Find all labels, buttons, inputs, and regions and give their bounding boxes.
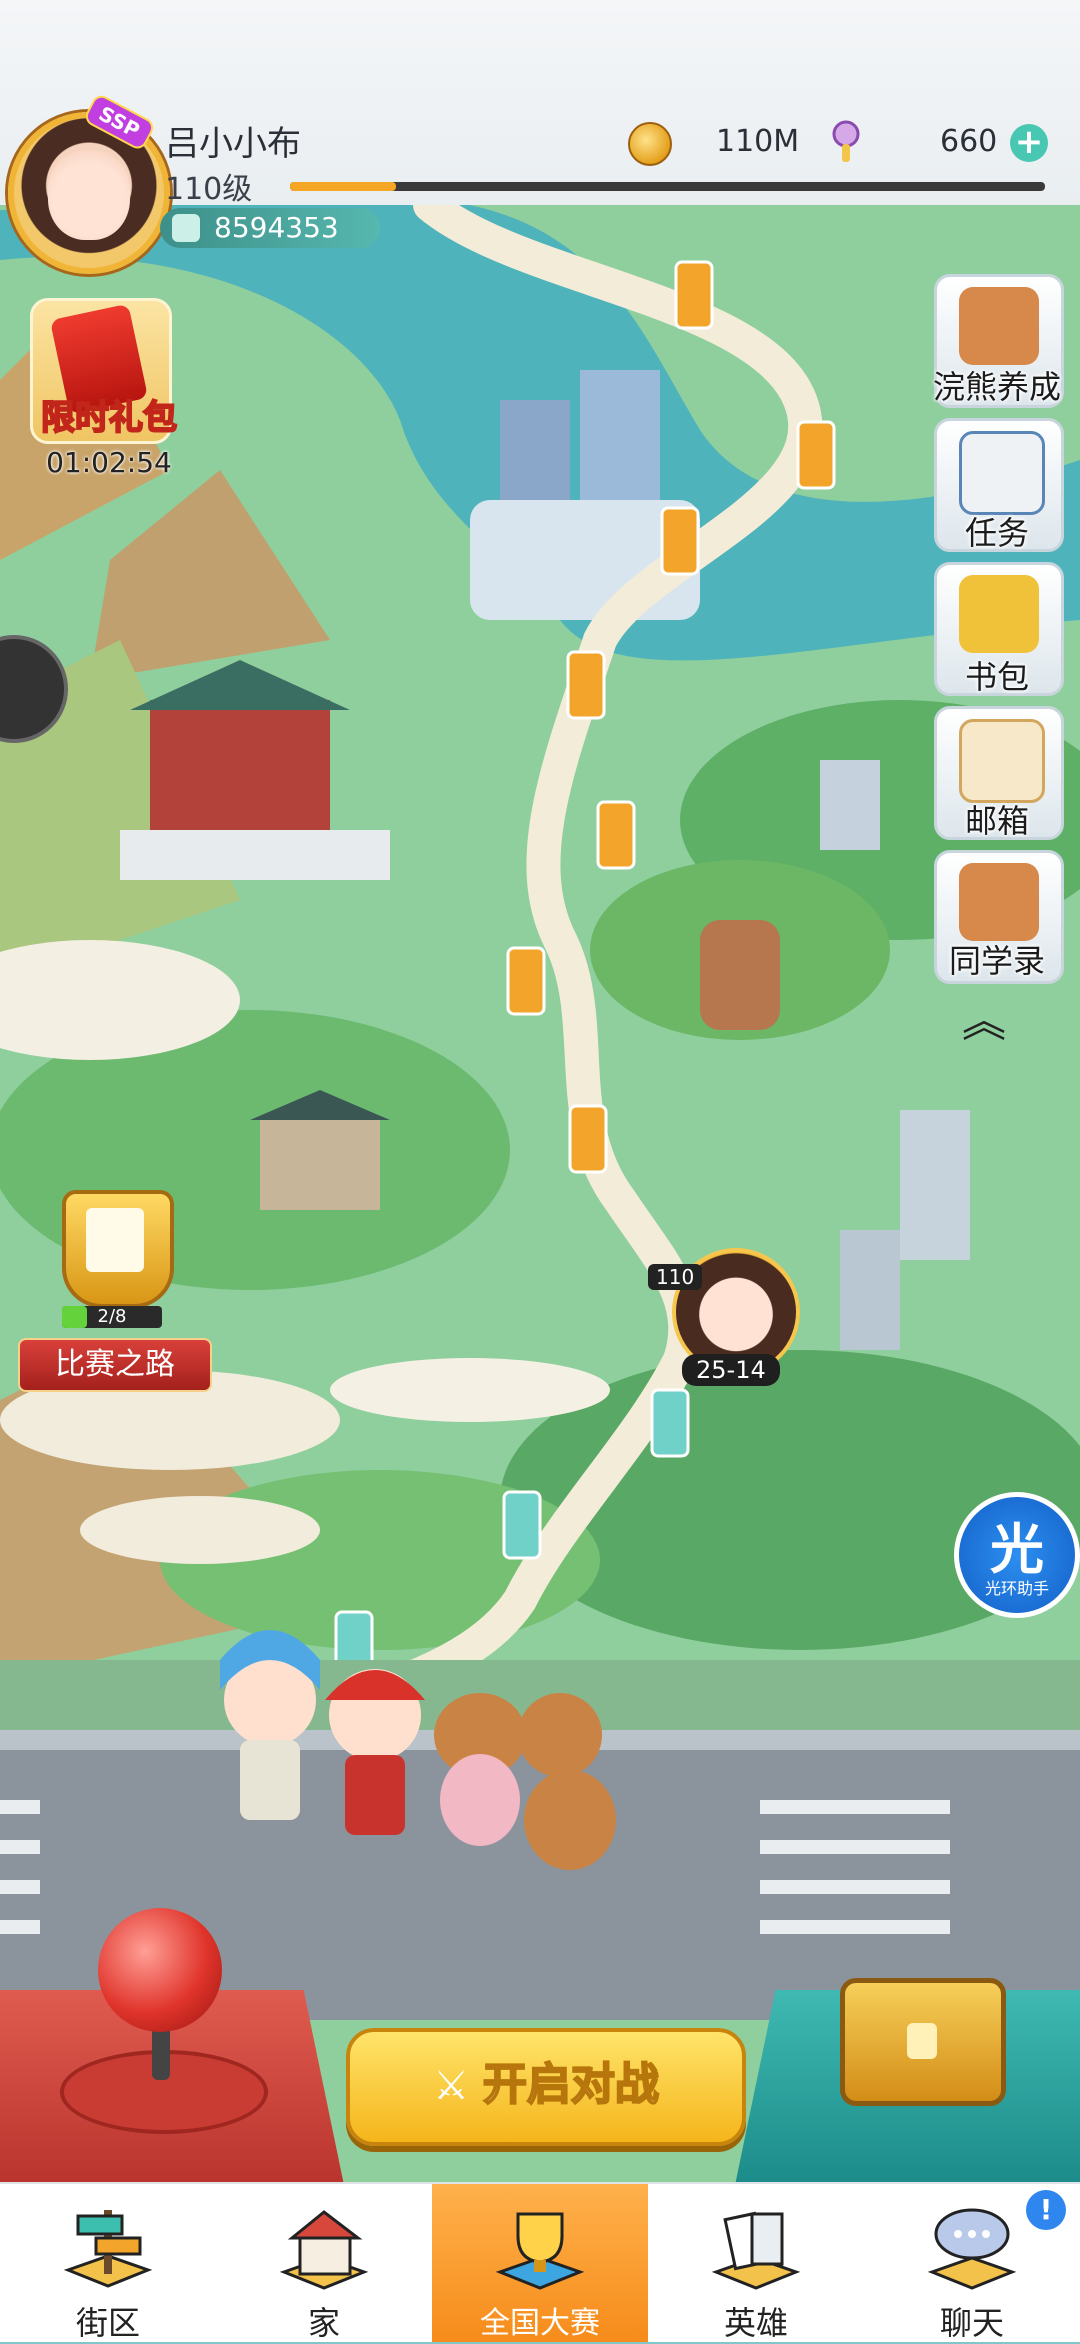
nav-national-contest-label: 全国大赛	[480, 2306, 600, 2341]
signpost-icon	[63, 2210, 153, 2288]
add-currency-button[interactable]: +	[1010, 124, 1048, 162]
backpack-label: 书包	[964, 658, 1029, 696]
player-level: 110级	[165, 172, 253, 207]
bottom-nav: 街区 家 全国大赛 英雄 聊天	[0, 2182, 1080, 2342]
chat-bubble-icon	[927, 2208, 1017, 2290]
joystick-ball[interactable]	[98, 1908, 222, 2032]
gate-tower	[260, 1120, 380, 1210]
nav-home-label: 家	[307, 2304, 340, 2342]
avatar-face	[48, 150, 130, 240]
gift-pack-label: 限时礼包	[40, 397, 178, 439]
start-battle-label: 开启对战	[482, 2058, 660, 2111]
gem-amount: 660	[940, 124, 998, 159]
gem-rattle-icon	[832, 120, 860, 162]
stage-flag	[796, 420, 836, 490]
competition-road-button[interactable]	[16, 1190, 206, 1310]
nav-heroes[interactable]: 英雄	[648, 2184, 864, 2342]
stage-flag	[506, 946, 546, 1016]
crossed-swords-icon: ⚔	[433, 2063, 469, 2109]
marker-level: 110	[648, 1264, 703, 1290]
gift-pack-timer: 01:02:54	[46, 446, 172, 479]
hero-cards-icon	[711, 2211, 801, 2290]
current-stage: 25-14	[682, 1354, 780, 1386]
stage-flag	[660, 506, 700, 576]
competition-progress-text: 2/8	[97, 1306, 127, 1327]
panda-card-icon	[86, 1208, 144, 1272]
classmates-label: 同学录	[948, 942, 1045, 980]
building	[820, 760, 880, 850]
building	[840, 1230, 900, 1350]
nav-chat-label: 聊天	[939, 2304, 1004, 2342]
nav-street-label: 街区	[75, 2304, 140, 2342]
power-display: 8594353	[160, 208, 380, 248]
stage-flag	[566, 650, 606, 720]
nav-street[interactable]: 街区	[0, 2184, 216, 2342]
xp-bar-fill	[290, 182, 396, 191]
chest-lock-icon	[907, 2023, 937, 2059]
mailbox-label: 邮箱	[964, 802, 1029, 840]
competition-road-label[interactable]: 比赛之路	[18, 1338, 212, 1392]
stage-flag-cleared	[502, 1490, 542, 1560]
gold-coin-icon	[628, 122, 672, 166]
gold-amount: 110M	[716, 124, 800, 159]
task-clipboard-icon	[959, 431, 1045, 515]
nav-home[interactable]: 家	[216, 2184, 432, 2342]
raccoon-icon	[959, 287, 1039, 365]
house-icon	[279, 2210, 369, 2290]
building	[900, 1110, 970, 1260]
halo-assistant-glyph: 光	[990, 1518, 1044, 1581]
stage-flag-cleared	[650, 1388, 690, 1458]
collapse-menu-icon[interactable]: ︽	[962, 985, 1006, 1049]
halo-assistant-label: 光环助手	[984, 1579, 1049, 1598]
xp-bar	[290, 182, 1045, 191]
nav-heroes-label: 英雄	[723, 2304, 788, 2342]
player-name: 吕小小布	[165, 124, 301, 164]
start-battle-button[interactable]: ⚔ 开启对战	[346, 2028, 746, 2146]
fist-icon	[172, 214, 200, 242]
stage-flag	[596, 800, 636, 870]
halo-assistant-button[interactable]: 光 光环助手	[954, 1492, 1080, 1618]
chat-notification-badge: !	[1026, 2190, 1066, 2230]
nav-national-contest[interactable]: 全国大赛	[432, 2184, 648, 2342]
trophy-icon	[495, 2212, 585, 2290]
stage-flag	[568, 1104, 608, 1174]
treasure-chest-button[interactable]	[840, 1978, 1006, 2106]
raccoon-training-label: 浣熊养成	[932, 368, 1061, 406]
competition-progress: 2/8	[62, 1306, 162, 1328]
backpack-icon	[959, 575, 1039, 653]
temple	[150, 700, 330, 840]
stage-flag-cleared	[334, 1610, 374, 1670]
tasks-label: 任务	[964, 514, 1029, 552]
power-value: 8594353	[214, 211, 339, 244]
mail-envelope-icon	[959, 719, 1045, 803]
stage-flag	[674, 260, 714, 330]
classmates-raccoon-icon	[959, 863, 1039, 941]
buddha-statue	[700, 920, 780, 1030]
competition-progress-fill	[62, 1306, 87, 1328]
